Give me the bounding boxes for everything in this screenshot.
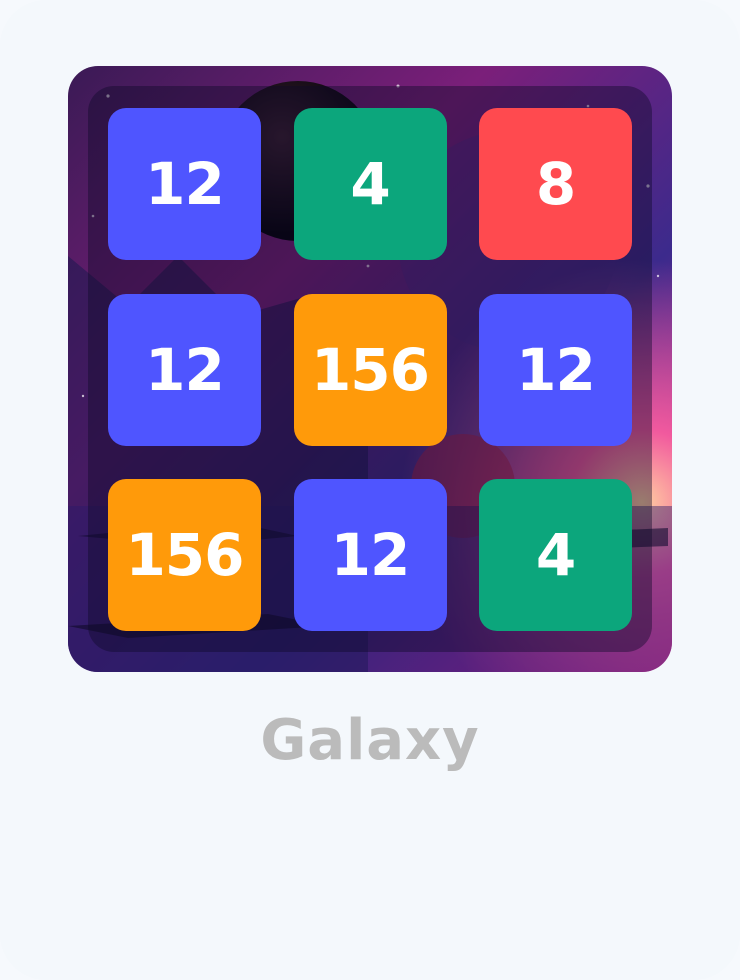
tile: 12 (108, 108, 261, 260)
tile-value: 156 (125, 521, 244, 589)
tile: 12 (108, 293, 261, 446)
tile: 12 (479, 293, 632, 446)
tile: 4 (293, 108, 447, 260)
tile: 4 (479, 479, 632, 631)
tile: 8 (479, 108, 632, 260)
theme-name-label: Galaxy (260, 708, 480, 773)
tile-value: 4 (535, 521, 576, 589)
tile-value: 12 (516, 335, 596, 404)
tile-value: 12 (330, 521, 411, 589)
tile-value: 156 (310, 335, 430, 404)
tile-value: 4 (350, 150, 390, 218)
theme-preview-image: 12 4 8 12 156 12 156 12 4 (68, 66, 672, 672)
theme-card[interactable]: 12 4 8 12 156 12 156 12 4 Galaxy (0, 0, 740, 980)
tile: 156 (293, 293, 447, 446)
game-board: 12 4 8 12 156 12 156 12 4 (88, 86, 652, 652)
tile-value: 12 (145, 335, 225, 404)
tile: 12 (293, 479, 447, 631)
tile-value: 8 (535, 150, 576, 218)
tile: 156 (108, 479, 261, 631)
tile-value: 12 (145, 150, 225, 218)
